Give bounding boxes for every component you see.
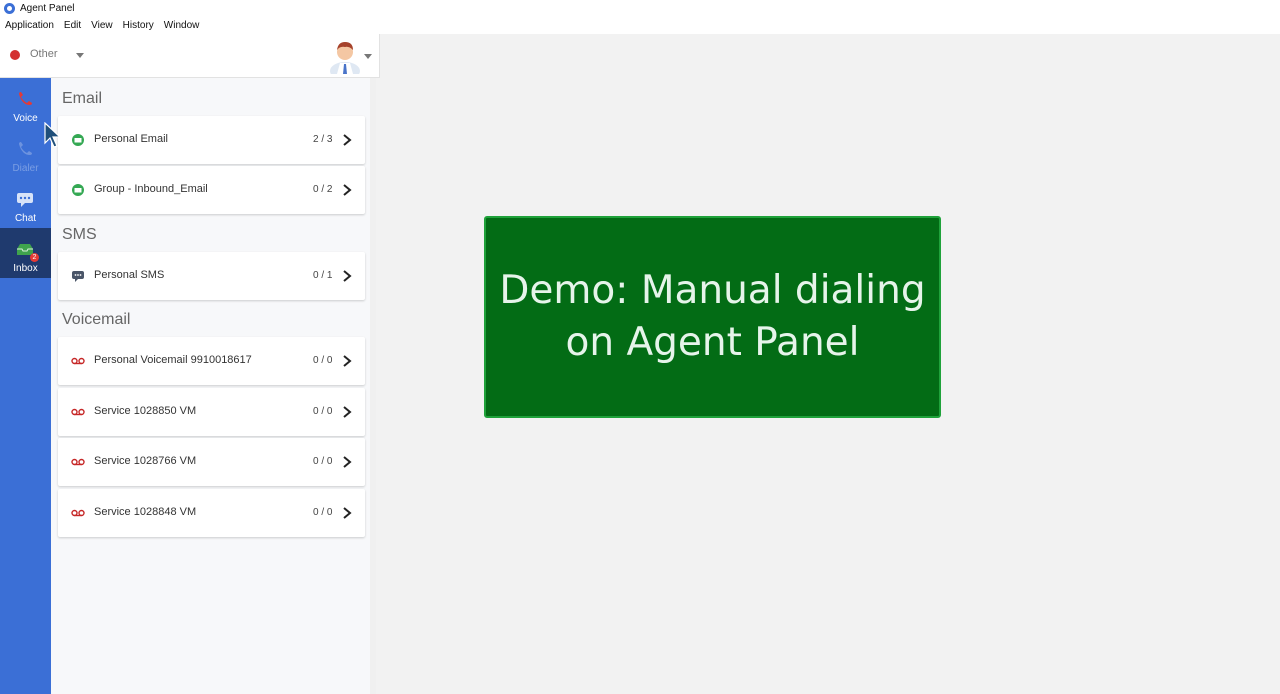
- banner-line-2: on Agent Panel: [565, 320, 860, 365]
- nav-dialer-label: Dialer: [12, 163, 39, 174]
- list-item-label: Personal Email: [94, 133, 168, 145]
- agent-status-header: Other: [0, 34, 380, 78]
- chevron-right-icon: [343, 456, 352, 468]
- status-selector[interactable]: Other: [30, 48, 58, 60]
- section-title-voicemail: Voicemail: [62, 311, 131, 328]
- section-title-sms: SMS: [62, 226, 97, 243]
- list-item-count: 0 / 0: [313, 507, 333, 518]
- menu-bar: Application Edit View History Window: [0, 17, 1280, 34]
- scrollbar[interactable]: [370, 78, 376, 694]
- window-title: Agent Panel: [20, 3, 75, 14]
- list-item-group-inbound-email[interactable]: Group - Inbound_Email 0 / 2: [58, 166, 365, 214]
- menu-history[interactable]: History: [123, 20, 154, 31]
- chat-icon: [17, 193, 33, 207]
- phone-icon: [19, 92, 32, 105]
- list-item-service-1028766-vm[interactable]: Service 1028766 VM 0 / 0: [58, 438, 365, 486]
- menu-application[interactable]: Application: [5, 20, 54, 31]
- list-item-personal-email[interactable]: Personal Email 2 / 3: [58, 116, 365, 164]
- list-item-count: 0 / 0: [313, 406, 333, 417]
- email-icon: [72, 134, 84, 146]
- list-item-count: 0 / 0: [313, 355, 333, 366]
- email-icon: [72, 184, 84, 196]
- voicemail-icon: [71, 357, 85, 365]
- list-item-personal-sms[interactable]: Personal SMS 0 / 1: [58, 252, 365, 300]
- nav-rail: Voice Dialer Chat 2 Inbox: [0, 78, 51, 694]
- voicemail-icon: [71, 458, 85, 466]
- list-item-label: Service 1028848 VM: [94, 506, 197, 518]
- section-title-email: Email: [62, 90, 103, 107]
- demo-banner: Demo: Manual dialing on Agent Panel: [484, 216, 941, 418]
- user-menu-dropdown-icon[interactable]: [364, 54, 372, 59]
- list-item-count: 0 / 1: [313, 270, 333, 281]
- menu-view[interactable]: View: [91, 20, 113, 31]
- nav-chat[interactable]: Chat: [0, 178, 51, 228]
- chevron-right-icon: [343, 270, 352, 282]
- chevron-right-icon: [343, 355, 352, 367]
- nav-chat-label: Chat: [14, 213, 37, 224]
- list-item-label: Service 1028850 VM: [94, 405, 197, 417]
- list-item-personal-voicemail[interactable]: Personal Voicemail 9910018617 0 / 0: [58, 337, 365, 385]
- list-item-label: Service 1028766 VM: [94, 455, 197, 467]
- chevron-right-icon: [343, 406, 352, 418]
- inbox-badge: 2: [30, 253, 39, 262]
- chevron-right-icon: [343, 184, 352, 196]
- list-item-count: 2 / 3: [313, 134, 333, 145]
- menu-edit[interactable]: Edit: [64, 20, 81, 31]
- nav-voice[interactable]: Voice: [0, 78, 51, 128]
- title-bar: Agent Panel: [0, 0, 1280, 17]
- mouse-cursor-icon: [44, 122, 62, 148]
- list-item-service-1028850-vm[interactable]: Service 1028850 VM 0 / 0: [58, 388, 365, 436]
- list-item-label: Personal SMS: [94, 269, 165, 281]
- chevron-right-icon: [343, 507, 352, 519]
- dialer-icon: [19, 142, 32, 155]
- voicemail-icon: [71, 408, 85, 416]
- list-item-service-1028848-vm[interactable]: Service 1028848 VM 0 / 0: [58, 489, 365, 537]
- chevron-right-icon: [343, 134, 352, 146]
- menu-window[interactable]: Window: [164, 20, 200, 31]
- status-indicator: [10, 50, 20, 60]
- list-item-count: 0 / 0: [313, 456, 333, 467]
- list-item-count: 0 / 2: [313, 184, 333, 195]
- sms-icon: [72, 271, 84, 282]
- avatar[interactable]: [328, 38, 362, 74]
- list-item-label: Personal Voicemail 9910018617: [94, 354, 252, 366]
- status-dropdown-icon[interactable]: [76, 53, 84, 58]
- banner-line-1: Demo: Manual dialing: [499, 268, 926, 313]
- app-logo-icon: [4, 3, 15, 14]
- nav-inbox[interactable]: 2 Inbox: [0, 228, 51, 278]
- list-item-label: Group - Inbound_Email: [94, 183, 208, 195]
- voicemail-icon: [71, 509, 85, 517]
- nav-inbox-label: Inbox: [13, 263, 38, 274]
